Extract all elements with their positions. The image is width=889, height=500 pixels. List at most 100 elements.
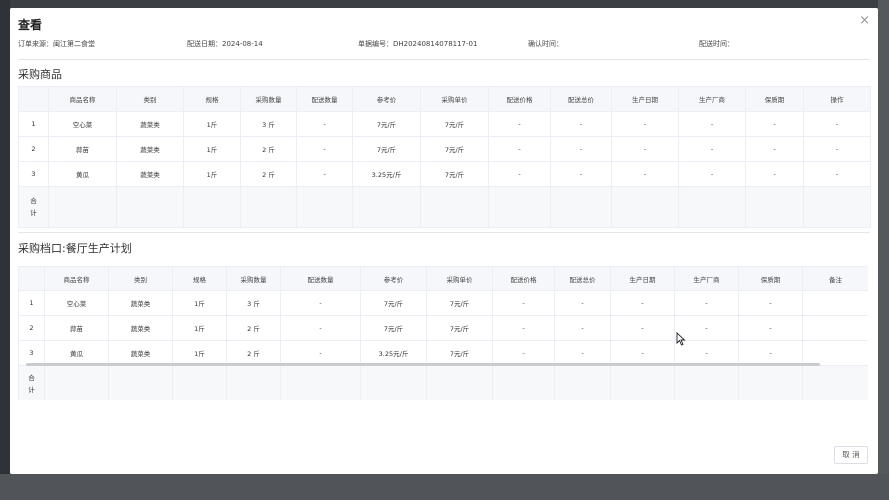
cell-category: 蔬菜类 <box>116 111 184 137</box>
cell-category: 蔬菜类 <box>108 315 173 341</box>
table-header-row: 商品名称 类别 规格 采购数量 配送数量 参考价 采购单价 配送价格 配送总价 … <box>18 86 871 112</box>
table-row: 2 蒜苗 蔬菜类 1斤 2 斤 - 7元/斤 7元/斤 - - - - - - <box>18 136 871 162</box>
cell-delivery-total: - <box>550 111 612 137</box>
cell-shelf-life: - <box>745 161 804 187</box>
meta-delivery-date: 配送日期：2024-08-14 <box>187 40 263 48</box>
cell-production-date: - <box>611 136 679 162</box>
cancel-button[interactable]: 取 消 <box>834 446 868 464</box>
cell-actions: - <box>803 136 871 162</box>
cell-remarks <box>802 340 868 366</box>
cell-shelf-life: - <box>745 111 804 137</box>
cell-reference-price: 3.25元/斤 <box>360 340 427 366</box>
cell-delivery-qty: - <box>280 340 361 366</box>
cell-shelf-life: - <box>745 136 804 162</box>
col-header-delivery-total: 配送总价 <box>550 86 612 112</box>
cell-purchase-qty: 2 斤 <box>240 136 297 162</box>
col-header-manufacturer: 生产厂商 <box>674 266 739 291</box>
col-header-spec: 规格 <box>172 266 227 291</box>
cell-product-name: 蒜苗 <box>44 315 109 341</box>
cell-production-date: - <box>610 290 675 316</box>
cell-production-date: - <box>610 315 675 341</box>
col-header-delivery-qty: 配送数量 <box>296 86 353 112</box>
cell-spec: 1斤 <box>183 136 241 162</box>
cell-product-name: 蒜苗 <box>48 136 117 162</box>
col-header-purchase-qty: 采购数量 <box>240 86 297 112</box>
close-icon[interactable]: × <box>859 13 870 28</box>
cell-product-name: 黄瓜 <box>44 340 109 366</box>
cell-unit-price: 7元/斤 <box>420 161 489 187</box>
cell-delivery-qty: - <box>296 111 353 137</box>
table-row: 2 蒜苗 蔬菜类 1斤 2 斤 - 7元/斤 7元/斤 - - - - - <box>18 315 868 341</box>
purchase-stall-table-scroll-area[interactable]: 商品名称 类别 规格 采购数量 配送数量 参考价 采购单价 配送价格 配送总价 … <box>18 266 868 400</box>
cell-category: 蔬菜类 <box>116 136 184 162</box>
total-label: 合计 <box>18 365 45 400</box>
meta-order-source: 订单来源：闽江第二食堂 <box>18 40 95 48</box>
cell-spec: 1斤 <box>172 290 227 316</box>
view-dialog: 查看 × 订单来源：闽江第二食堂 配送日期：2024-08-14 单据编号：DH… <box>10 8 878 474</box>
cell-spec: 1斤 <box>172 340 227 366</box>
meta-delivery-time: 配送时间： <box>699 40 734 48</box>
col-header-spec: 规格 <box>183 86 241 112</box>
col-header-purchase-qty: 采购数量 <box>226 266 281 291</box>
cell-spec: 1斤 <box>172 315 227 341</box>
cell-unit-price: 7元/斤 <box>420 136 489 162</box>
cell-unit-price: 7元/斤 <box>420 111 489 137</box>
cell-category: 蔬菜类 <box>108 340 173 366</box>
cell-reference-price: 7元/斤 <box>360 290 427 316</box>
cell-purchase-qty: 2 斤 <box>226 340 281 366</box>
cell-category: 蔬菜类 <box>116 161 184 187</box>
cell-delivery-total: - <box>550 136 612 162</box>
col-header-index <box>18 86 49 112</box>
col-header-category: 类别 <box>108 266 173 291</box>
cell-purchase-qty: 2 斤 <box>240 161 297 187</box>
col-header-reference-price: 参考价 <box>360 266 427 291</box>
table-row: 3 黄瓜 蔬菜类 1斤 2 斤 - 3.25元/斤 7元/斤 - - - - -… <box>18 161 871 187</box>
table-total-row: 合计 <box>18 186 871 228</box>
mouse-pointer-icon <box>676 332 686 346</box>
dialog-title: 查看 <box>18 18 43 32</box>
col-header-actions: 操作 <box>803 86 871 112</box>
col-header-remarks: 备注 <box>802 266 868 291</box>
cell-reference-price: 7元/斤 <box>352 136 421 162</box>
cell-delivery-qty: - <box>296 161 353 187</box>
horizontal-scrollbar[interactable] <box>26 363 820 366</box>
col-header-delivery-total: 配送总价 <box>554 266 611 291</box>
section-title-purchase-goods: 采购商品 <box>18 68 62 81</box>
cell-index: 3 <box>18 161 49 187</box>
divider <box>18 59 870 60</box>
meta-confirm-time: 确认时间： <box>528 40 563 48</box>
cell-manufacturer: - <box>674 290 739 316</box>
table-header-row: 商品名称 类别 规格 采购数量 配送数量 参考价 采购单价 配送价格 配送总价 … <box>18 266 868 291</box>
cell-production-date: - <box>611 111 679 137</box>
cell-reference-price: 7元/斤 <box>360 315 427 341</box>
backdrop-right-edge <box>878 0 889 500</box>
table-row: 3 黄瓜 蔬菜类 1斤 2 斤 - 3.25元/斤 7元/斤 - - - - - <box>18 340 868 366</box>
cell-index: 2 <box>18 136 49 162</box>
table-row: 1 空心菜 蔬菜类 1斤 3 斤 - 7元/斤 7元/斤 - - - - - - <box>18 111 871 137</box>
cell-purchase-qty: 3 斤 <box>226 290 281 316</box>
col-header-delivery-price: 配送价格 <box>488 86 551 112</box>
table-row: 1 空心菜 蔬菜类 1斤 3 斤 - 7元/斤 7元/斤 - - - - - <box>18 290 868 316</box>
cell-reference-price: 3.25元/斤 <box>352 161 421 187</box>
col-header-reference-price: 参考价 <box>352 86 421 112</box>
purchase-stall-table: 商品名称 类别 规格 采购数量 配送数量 参考价 采购单价 配送价格 配送总价 … <box>18 266 868 400</box>
col-header-product-name: 商品名称 <box>44 266 109 291</box>
backdrop-top-bar <box>0 0 889 8</box>
table-total-row: 合计 <box>18 365 868 400</box>
cell-shelf-life: - <box>738 315 803 341</box>
col-header-product-name: 商品名称 <box>48 86 117 112</box>
cell-delivery-price: - <box>492 315 555 341</box>
total-label: 合计 <box>18 186 49 228</box>
cell-remarks <box>802 315 868 341</box>
backdrop-bottom-strip <box>0 474 889 500</box>
cell-delivery-price: - <box>488 136 551 162</box>
cell-delivery-price: - <box>492 290 555 316</box>
cell-manufacturer: - <box>678 136 746 162</box>
cell-index: 1 <box>18 111 49 137</box>
cell-unit-price: 7元/斤 <box>426 340 493 366</box>
cell-manufacturer: - <box>678 161 746 187</box>
total-label-char-2: 计 <box>28 386 35 394</box>
purchase-goods-table: 商品名称 类别 规格 采购数量 配送数量 参考价 采购单价 配送价格 配送总价 … <box>18 86 871 228</box>
total-label-char-1: 合 <box>30 197 37 205</box>
cell-delivery-qty: - <box>280 290 361 316</box>
